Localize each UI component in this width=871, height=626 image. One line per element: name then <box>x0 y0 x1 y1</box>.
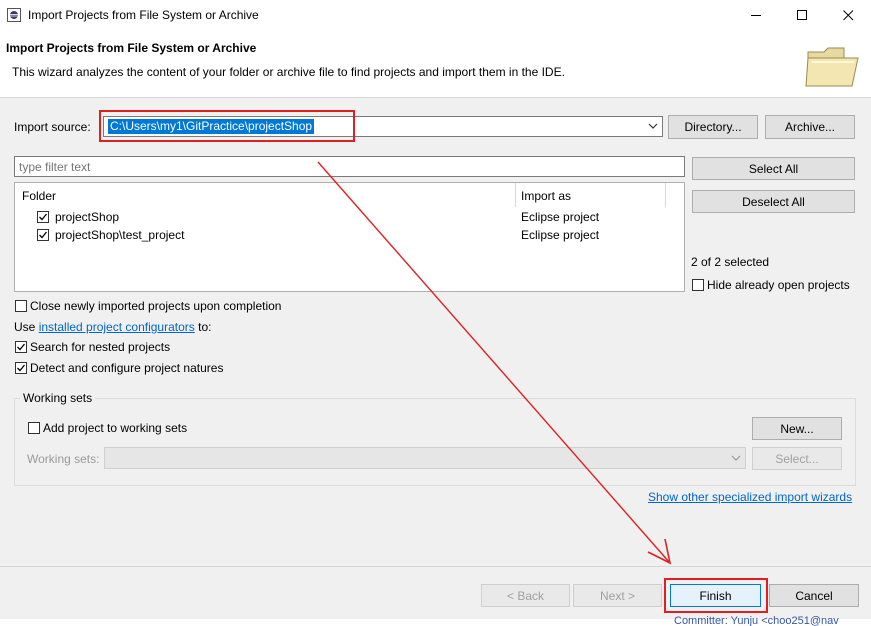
working-sets-group-label: Working sets <box>20 391 96 405</box>
row-folder: projectShop <box>55 210 120 224</box>
selection-count: 2 of 2 selected <box>691 255 770 269</box>
row-checkbox[interactable] <box>37 229 49 241</box>
filter-input[interactable] <box>14 156 685 177</box>
row-checkbox[interactable] <box>37 211 49 223</box>
detect-natures-checkbox[interactable] <box>15 362 27 374</box>
close-button[interactable] <box>825 0 871 31</box>
search-nested-label[interactable]: Search for nested projects <box>30 340 170 354</box>
chevron-down-icon[interactable] <box>731 452 741 467</box>
wizard-description: This wizard analyzes the content of your… <box>12 65 565 79</box>
import-source-label: Import source: <box>14 120 91 134</box>
checkmark-icon <box>39 213 48 221</box>
cancel-button[interactable]: Cancel <box>769 584 859 607</box>
hide-open-checkbox[interactable] <box>692 279 704 291</box>
working-sets-group <box>14 398 856 486</box>
checkmark-icon <box>39 231 48 239</box>
folder-icon <box>804 44 862 90</box>
checkmark-icon <box>17 364 26 372</box>
archive-button[interactable]: Archive... <box>765 115 855 139</box>
search-nested-checkbox[interactable] <box>15 341 27 353</box>
working-sets-combo[interactable] <box>104 447 746 469</box>
eclipse-icon <box>7 8 21 22</box>
row-folder: projectShop\test_project <box>55 228 185 242</box>
directory-button[interactable]: Directory... <box>668 115 758 139</box>
checkmark-icon <box>17 343 26 351</box>
add-working-sets-label[interactable]: Add project to working sets <box>43 421 187 435</box>
select-working-sets-button[interactable]: Select... <box>752 447 842 470</box>
close-imported-checkbox[interactable] <box>15 300 27 312</box>
row-import-as: Eclipse project <box>521 210 600 224</box>
background-committer-text: Committer: Yunju <choo251@nav <box>674 616 839 626</box>
next-button[interactable]: Next > <box>573 584 662 607</box>
working-sets-label: Working sets: <box>27 452 100 466</box>
column-divider <box>515 183 516 207</box>
minimize-icon <box>750 15 761 16</box>
maximize-icon <box>796 10 807 20</box>
configurators-line: Use installed project configurators to: <box>14 320 211 334</box>
minimize-button[interactable] <box>733 0 779 31</box>
annotation-highlight-finish <box>664 578 768 613</box>
hide-open-label[interactable]: Hide already open projects <box>707 278 850 292</box>
add-working-sets-checkbox[interactable] <box>28 422 40 434</box>
back-button[interactable]: < Back <box>481 584 570 607</box>
column-header-folder[interactable]: Folder <box>22 189 56 203</box>
show-other-wizards-link[interactable]: Show other specialized import wizards <box>648 490 852 504</box>
window-title: Import Projects from File System or Arch… <box>28 8 259 22</box>
column-header-import-as[interactable]: Import as <box>521 189 571 203</box>
maximize-button[interactable] <box>779 0 825 31</box>
close-icon <box>842 10 853 21</box>
configurators-link[interactable]: installed project configurators <box>39 320 195 334</box>
detect-natures-label[interactable]: Detect and configure project natures <box>30 361 223 375</box>
select-all-button[interactable]: Select All <box>692 157 855 180</box>
deselect-all-button[interactable]: Deselect All <box>692 190 855 213</box>
new-working-set-button[interactable]: New... <box>752 417 842 440</box>
configurators-prefix: Use <box>14 320 39 334</box>
annotation-highlight-source <box>99 110 355 142</box>
configurators-suffix: to: <box>194 320 212 334</box>
column-divider <box>665 183 666 207</box>
row-import-as: Eclipse project <box>521 228 600 242</box>
wizard-title: Import Projects from File System or Arch… <box>6 41 257 55</box>
chevron-down-icon[interactable] <box>648 120 658 135</box>
projects-table[interactable]: Folder Import as projectShop Eclipse pro… <box>14 182 685 292</box>
close-imported-label[interactable]: Close newly imported projects upon compl… <box>30 299 281 313</box>
